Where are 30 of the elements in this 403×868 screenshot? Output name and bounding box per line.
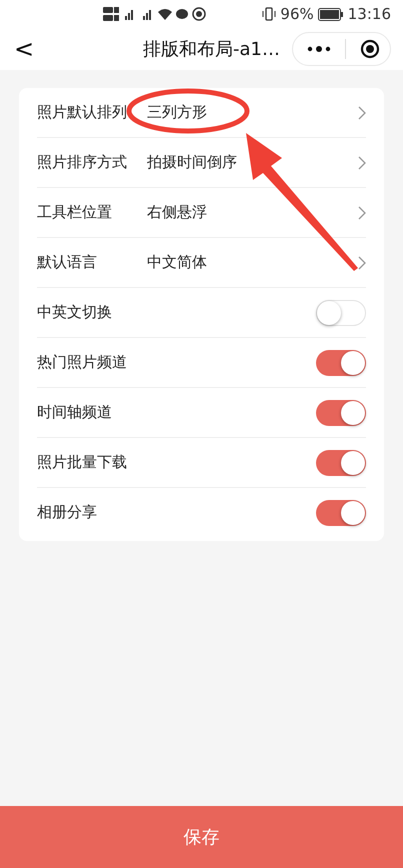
page-title: 排版和布局-a1… (142, 38, 280, 61)
clock-time: 13:16 (348, 5, 391, 23)
chevron-right-icon[interactable] (358, 106, 366, 120)
chevron-right-icon[interactable] (358, 156, 366, 170)
setting-label: 默认语言 (37, 253, 98, 272)
setting-label: 时间轴频道 (37, 403, 113, 422)
setting-value[interactable]: 中文简体 (147, 253, 358, 272)
toggle-switch[interactable] (316, 350, 366, 376)
close-icon[interactable] (360, 39, 380, 59)
chevron-right-icon[interactable] (358, 256, 366, 270)
toggle-switch[interactable] (316, 450, 366, 476)
battery-icon (318, 8, 344, 20)
setting-label: 中英文切换 (37, 303, 113, 322)
setting-value[interactable]: 三列方形 (147, 103, 358, 122)
setting-value[interactable]: 右侧悬浮 (147, 203, 358, 222)
chevron-right-icon[interactable] (358, 206, 366, 220)
battery-percent: 96% (280, 5, 314, 23)
toggle-switch[interactable] (316, 500, 366, 526)
setting-label: 热门照片频道 (37, 353, 128, 372)
setting-label: 照片批量下载 (37, 453, 128, 472)
setting-label: 照片默认排列 (37, 103, 128, 122)
setting-label: 照片排序方式 (37, 153, 128, 172)
setting-label: 相册分享 (37, 503, 98, 522)
setting-value[interactable]: 拍摄时间倒序 (147, 153, 358, 172)
setting-label: 工具栏位置 (37, 203, 113, 222)
toggle-switch[interactable] (316, 300, 366, 326)
back-button[interactable]: < (14, 35, 44, 63)
more-icon[interactable] (307, 46, 331, 52)
vibrate-icon (262, 7, 276, 21)
toggle-switch[interactable] (316, 400, 366, 426)
